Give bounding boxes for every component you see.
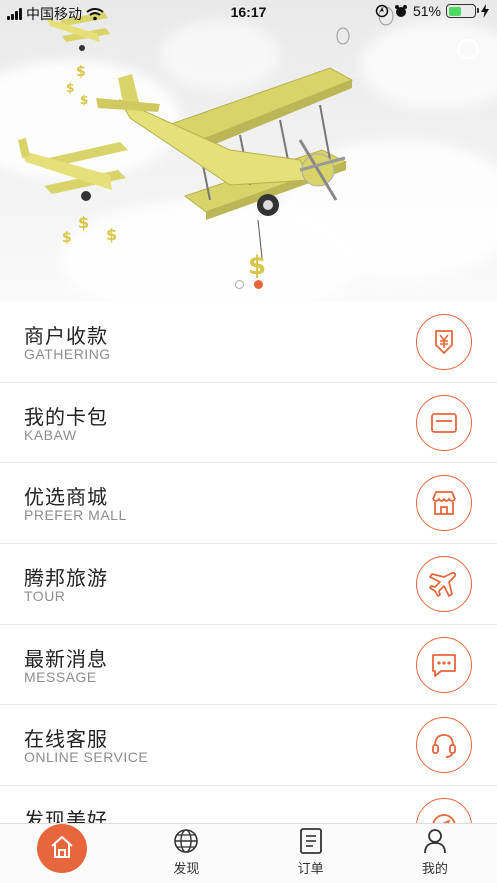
home-icon[interactable] [37,824,88,873]
menu-item-online-service[interactable]: 在线客服 ONLINE SERVICE [0,705,497,787]
menu-item-subtitle: ONLINE SERVICE [24,749,149,766]
alarm-icon [394,5,407,17]
svg-text:$: $ [66,81,74,95]
biplane-large-image: $ [96,67,354,281]
charging-icon [481,4,489,18]
menu-item-kabaw[interactable]: 我的卡包 KABAW [0,382,497,464]
customer-service-icon[interactable] [455,36,481,67]
tab-orders[interactable]: 订单 [249,824,373,883]
card-icon[interactable] [416,394,472,451]
order-icon [299,828,322,854]
bottom-tab-bar: 发现 订单 我的 [0,823,497,883]
yen-receipt-icon[interactable] [416,314,472,370]
status-bar: 中国移动 16:17 51% [0,0,497,26]
globe-icon [174,829,199,853]
tab-mine[interactable]: 我的 [373,824,497,883]
location-icon [375,4,389,18]
menu-item-subtitle: GATHERING [24,346,111,362]
banner-illustration: $ $ $ $ $ $ $ [18,6,394,281]
tab-home[interactable] [0,824,124,883]
menu-item-title: 商户收款 [24,326,108,348]
menu-item-prefer-mall[interactable]: 优选商城 PREFER MALL [0,463,497,545]
banner-dot-2[interactable] [253,280,263,289]
tab-discover[interactable]: 发现 [124,824,248,883]
biplane-small-left-image: $ $ $ [18,138,128,246]
store-icon[interactable] [416,475,472,532]
feature-menu: 商户收款 GATHERING 我的卡包 KABAW 优选商城 PREFER MA… [0,302,497,867]
user-icon [423,829,446,854]
menu-item-title: 在线客服 [24,729,108,752]
menu-item-tour[interactable]: 腾邦旅游 TOUR [0,544,497,625]
svg-text:$: $ [78,213,89,232]
svg-text:$: $ [62,230,72,246]
tab-label: 发现 [173,861,200,876]
menu-item-subtitle: TOUR [24,588,66,605]
menu-item-subtitle: PREFER MALL [24,507,127,524]
menu-item-gathering[interactable]: 商户收款 GATHERING [0,302,497,383]
headset-icon[interactable] [416,717,472,774]
svg-text:$: $ [106,225,117,244]
svg-text:$: $ [248,251,266,281]
svg-text:$: $ [80,93,88,107]
biplane-small-top-image: $ $ $ [46,12,110,107]
battery-icon [446,4,479,18]
menu-item-message[interactable]: 最新消息 MESSAGE [0,624,497,706]
message-icon[interactable] [416,636,472,693]
banner-dot-1[interactable] [234,280,244,289]
banner-pagination [0,280,497,289]
menu-item-subtitle: MESSAGE [24,668,97,685]
airplane-icon[interactable] [416,556,472,613]
promo-banner[interactable]: $ $ $ $ $ $ $ [0,0,497,302]
battery-percent: 51% [412,3,441,19]
tab-label: 订单 [297,861,324,876]
menu-item-title: 我的卡包 [24,406,108,429]
tab-label: 我的 [421,861,448,876]
menu-item-title: 最新消息 [24,648,108,671]
menu-item-title: 腾邦旅游 [24,568,108,591]
svg-text:$: $ [76,64,86,80]
menu-item-title: 优选商城 [24,487,108,510]
menu-item-subtitle: KABAW [24,426,77,443]
